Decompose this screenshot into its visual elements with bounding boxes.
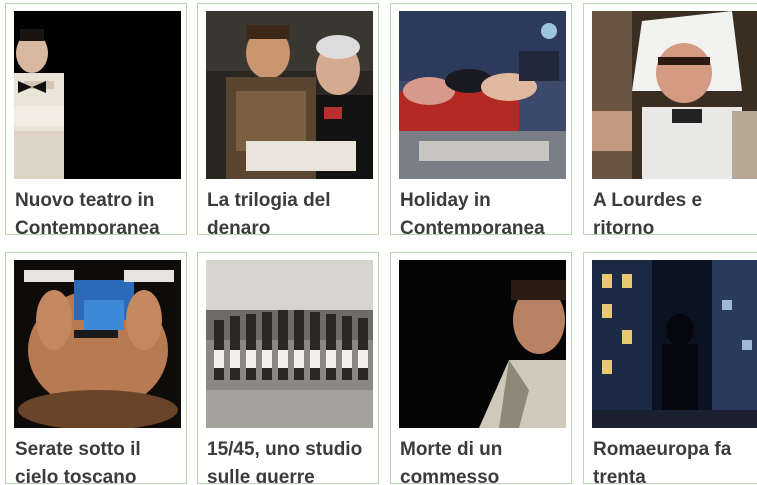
card-title[interactable]: Romaeuropa fa trenta (593, 436, 757, 483)
news-card[interactable]: Romaeuropa fa trenta (583, 252, 757, 484)
card-title[interactable]: Holiday in Contemporanea (400, 187, 568, 234)
news-card[interactable]: 15/45, uno studio sulle guerre (197, 252, 379, 484)
card-title[interactable]: A Lourdes e ritorno (593, 187, 757, 234)
news-card[interactable]: La trilogia del denaro (197, 3, 379, 235)
news-card[interactable]: Morte di un commesso (390, 252, 572, 484)
news-card[interactable]: Nuovo teatro in Contemporanea (5, 3, 187, 235)
news-card[interactable]: Holiday in Contemporanea (390, 3, 572, 235)
performer-blue-bandage-photo[interactable] (14, 260, 181, 428)
card-title[interactable]: Serate sotto il cielo toscano (15, 436, 183, 483)
man-white-hood-photo[interactable] (592, 11, 757, 179)
card-title[interactable]: Morte di un commesso (400, 436, 568, 483)
card-title[interactable]: Nuovo teatro in Contemporanea (15, 187, 183, 234)
dancers-red-sofa-photo[interactable] (399, 11, 566, 179)
news-card[interactable]: Serate sotto il cielo toscano (5, 252, 187, 484)
two-men-reading-photo[interactable] (206, 11, 373, 179)
card-title[interactable]: La trilogia del denaro (207, 187, 375, 234)
news-card-grid: Nuovo teatro in Contemporanea La trilogi… (0, 0, 757, 485)
man-bow-tie-photo[interactable] (14, 11, 181, 179)
card-title[interactable]: 15/45, uno studio sulle guerre (207, 436, 375, 483)
night-building-silhouette-photo[interactable] (592, 260, 757, 428)
news-card[interactable]: A Lourdes e ritorno (583, 3, 757, 235)
historic-salute-photo[interactable] (206, 260, 373, 428)
man-dark-background-photo[interactable] (399, 260, 566, 428)
